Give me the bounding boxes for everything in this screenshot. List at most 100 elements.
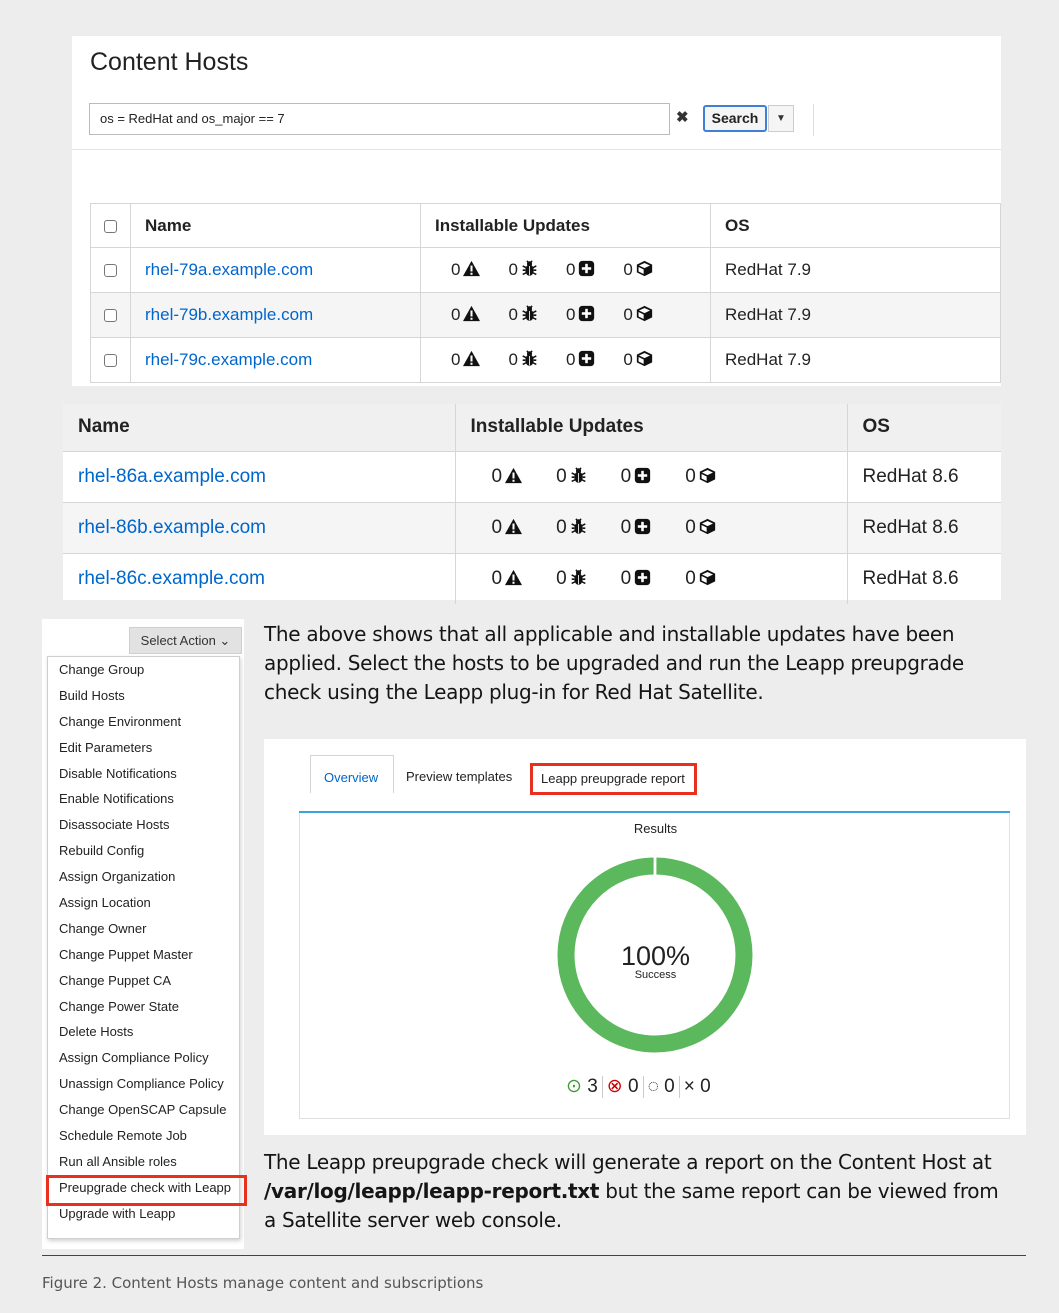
plus-square-icon [578, 305, 595, 322]
tab-overview[interactable]: Overview [310, 755, 394, 793]
enhancement-updates[interactable]: 0 [621, 517, 652, 539]
menu-item-change-group[interactable]: Change Group [48, 657, 239, 683]
report-file-path: /var/log/leapp/leapp-report.txt [264, 1179, 600, 1203]
search-input[interactable]: os = RedHat and os_major == 7 [89, 103, 670, 135]
tab-preview-templates[interactable]: Preview templates [406, 769, 512, 784]
column-os[interactable]: OS [710, 203, 1001, 248]
row-checkbox[interactable] [104, 354, 117, 368]
menu-item-change-owner[interactable]: Change Owner [48, 916, 239, 942]
packages-updates[interactable]: 0 [685, 466, 716, 488]
row-checkbox[interactable] [104, 309, 117, 323]
os-cell: RedHat 8.6 [847, 502, 1001, 554]
leapp-report-panel: Overview Preview templates Leapp preupgr… [264, 739, 1026, 1135]
os-cell: RedHat 7.9 [710, 292, 1001, 338]
column-name[interactable]: Name [130, 203, 421, 248]
cancelled-count[interactable]: × 0 [680, 1076, 715, 1098]
menu-item-schedule-remote-job[interactable]: Schedule Remote Job [48, 1123, 239, 1149]
tab-leapp-preupgrade-report[interactable]: Leapp preupgrade report [530, 763, 697, 795]
package-icon [636, 260, 653, 277]
select-action-dropdown[interactable]: Select Action ⌄ [129, 627, 242, 654]
menu-item-preupgrade-check-with-leapp[interactable]: Preupgrade check with Leapp [46, 1174, 247, 1206]
security-updates[interactable]: 0 [451, 350, 480, 370]
host-link[interactable]: rhel-79b.example.com [145, 305, 313, 324]
menu-item-assign-compliance-policy[interactable]: Assign Compliance Policy [48, 1045, 239, 1071]
column-os[interactable]: OS [847, 404, 1001, 452]
packages-updates[interactable]: 0 [623, 260, 652, 280]
bugfix-updates[interactable]: 0 [556, 466, 587, 488]
menu-item-upgrade-with-leapp[interactable]: Upgrade with Leapp [48, 1201, 239, 1227]
menu-item-edit-parameters[interactable]: Edit Parameters [48, 735, 239, 761]
divider [72, 149, 1001, 150]
menu-item-disable-notifications[interactable]: Disable Notifications [48, 761, 239, 787]
menu-item-change-puppet-ca[interactable]: Change Puppet CA [48, 968, 239, 994]
host-link[interactable]: rhel-86a.example.com [78, 466, 266, 487]
installable-updates-cell: 0 0 0 0 [420, 247, 711, 293]
enhancement-updates[interactable]: 0 [621, 568, 652, 590]
column-installable-updates: Installable Updates [420, 203, 711, 248]
menu-item-change-openscap-capsule[interactable]: Change OpenSCAP Capsule [48, 1097, 239, 1123]
select-all-checkbox[interactable] [104, 219, 117, 233]
enhancement-updates[interactable]: 0 [621, 466, 652, 488]
success-count[interactable]: ⊙ 3 [562, 1075, 602, 1098]
host-link[interactable]: rhel-86c.example.com [78, 568, 265, 589]
bugfix-updates[interactable]: 0 [556, 517, 587, 539]
column-installable-updates: Installable Updates [455, 404, 848, 452]
packages-updates[interactable]: 0 [685, 517, 716, 539]
warning-triangle-icon [463, 260, 480, 277]
bugfix-updates[interactable]: 0 [556, 568, 587, 590]
menu-item-rebuild-config[interactable]: Rebuild Config [48, 838, 239, 864]
security-updates[interactable]: 0 [451, 305, 480, 325]
success-label: Success [634, 969, 677, 981]
search-button[interactable]: Search [703, 105, 767, 132]
menu-item-change-power-state[interactable]: Change Power State [48, 994, 239, 1020]
security-updates[interactable]: 0 [492, 568, 523, 590]
menu-item-delete-hosts[interactable]: Delete Hosts [48, 1019, 239, 1045]
pending-icon: ◌ [647, 1076, 659, 1097]
search-options-dropdown[interactable]: ▼ [768, 105, 794, 132]
enhancement-updates[interactable]: 0 [566, 350, 595, 370]
menu-item-unassign-compliance-policy[interactable]: Unassign Compliance Policy [48, 1071, 239, 1097]
host-link[interactable]: rhel-79c.example.com [145, 350, 312, 369]
menu-item-change-environment[interactable]: Change Environment [48, 709, 239, 735]
select-action-panel: Select Action ⌄ Change Group Build Hosts C… [42, 619, 247, 1249]
menu-item-change-puppet-master[interactable]: Change Puppet Master [48, 942, 239, 968]
host-name-cell: rhel-86a.example.com [63, 451, 456, 503]
menu-item-build-hosts[interactable]: Build Hosts [48, 683, 239, 709]
menu-item-assign-organization[interactable]: Assign Organization [48, 864, 239, 890]
enhancement-updates[interactable]: 0 [566, 260, 595, 280]
results-box: Results 100% Success ⊙ 3 ⊗ 0 ◌ 0 × 0 [299, 813, 1010, 1119]
enhancement-updates[interactable]: 0 [566, 305, 595, 325]
host-name-cell: rhel-86b.example.com [63, 502, 456, 554]
divider [813, 104, 814, 136]
caret-down-icon: ▼ [776, 113, 786, 124]
packages-updates[interactable]: 0 [623, 350, 652, 370]
menu-item-run-all-ansible-roles[interactable]: Run all Ansible roles [48, 1149, 239, 1175]
bug-icon [521, 260, 538, 277]
donut-gap [653, 857, 657, 877]
table-header-row: Name Installable Updates OS [90, 203, 1001, 248]
host-link[interactable]: rhel-79a.example.com [145, 260, 313, 279]
packages-updates[interactable]: 0 [623, 305, 652, 325]
table-row: rhel-86a.example.com 0 0 0 0 RedHat 8.6 [63, 451, 1001, 503]
menu-item-assign-location[interactable]: Assign Location [48, 890, 239, 916]
bugfix-updates[interactable]: 0 [508, 350, 537, 370]
host-link[interactable]: rhel-86b.example.com [78, 517, 266, 538]
clear-search-icon[interactable]: ✖ [676, 108, 689, 126]
close-icon: × [683, 1076, 695, 1097]
pending-count[interactable]: ◌ 0 [644, 1076, 679, 1098]
rhel86-hosts-panel: Name Installable Updates OS rhel-86a.exa… [63, 404, 1001, 604]
security-updates[interactable]: 0 [451, 260, 480, 280]
packages-updates[interactable]: 0 [685, 568, 716, 590]
bug-icon [570, 518, 587, 535]
row-checkbox[interactable] [104, 264, 117, 278]
menu-item-disassociate-hosts[interactable]: Disassociate Hosts [48, 812, 239, 838]
security-updates[interactable]: 0 [492, 466, 523, 488]
menu-item-enable-notifications[interactable]: Enable Notifications [48, 786, 239, 812]
bugfix-updates[interactable]: 0 [508, 305, 537, 325]
installable-updates-cell: 0 0 0 0 [420, 337, 711, 383]
package-icon [699, 518, 716, 535]
column-name[interactable]: Name [63, 404, 456, 452]
failed-count[interactable]: ⊗ 0 [603, 1075, 643, 1098]
bugfix-updates[interactable]: 0 [508, 260, 537, 280]
security-updates[interactable]: 0 [492, 517, 523, 539]
